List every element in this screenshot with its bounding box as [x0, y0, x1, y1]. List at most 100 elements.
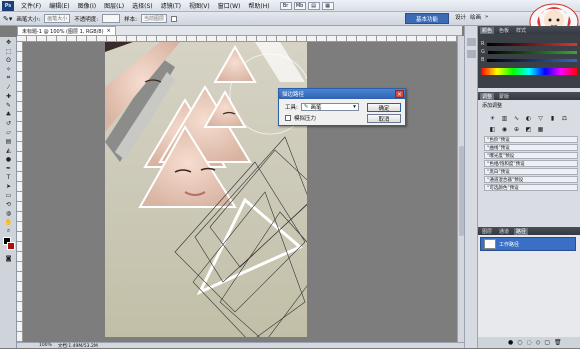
curves-icon[interactable]: ∿ [512, 114, 521, 122]
tool-preset-icon[interactable]: ✎▾ [3, 15, 12, 23]
clone-stamp-tool-icon[interactable]: ♣ [2, 110, 15, 118]
brush-tool-icon[interactable]: ✎ [2, 101, 15, 109]
tool-select[interactable]: ✎ 画笔 ▾ [300, 103, 359, 111]
preset-exposure[interactable]: “曝光度”预设 [484, 152, 578, 159]
dialog-titlebar[interactable]: 描边路径 × [279, 89, 405, 99]
opacity-field[interactable] [102, 14, 121, 23]
close-tab-icon[interactable]: × [107, 28, 111, 34]
document-workspace[interactable] [23, 42, 457, 342]
cancel-button[interactable]: 取消 [367, 114, 401, 123]
zoom-tool-icon[interactable]: ⌕ [2, 227, 15, 235]
menu-window[interactable]: 窗口(W) [214, 1, 245, 10]
preset-black-white[interactable]: “黑白”预设 [484, 168, 578, 175]
marquee-tool-icon[interactable]: ⬚ [2, 47, 15, 55]
color-ramp[interactable] [481, 68, 577, 75]
arrange-button[interactable]: ▦ [321, 1, 334, 10]
bridge-button[interactable]: Br [279, 1, 292, 10]
color-balance-icon[interactable]: ⚖ [560, 114, 569, 122]
black-white-icon[interactable]: ◧ [488, 125, 497, 133]
tab-channels[interactable]: 通道 [497, 228, 511, 235]
load-selection-icon[interactable]: ◌ [527, 339, 532, 346]
ok-button[interactable]: 确定 [367, 103, 401, 112]
hand-tool-icon[interactable]: ✋ [2, 218, 15, 226]
healing-brush-tool-icon[interactable]: ✚ [2, 92, 15, 100]
preset-curves[interactable]: “曲线”预设 [484, 144, 578, 151]
panel-icon-2[interactable] [467, 50, 476, 58]
zoom-level-button[interactable]: ▤ [307, 1, 320, 10]
preset-selective-color[interactable]: “可选颜色”预设 [484, 184, 578, 191]
menu-edit[interactable]: 编辑(E) [45, 1, 73, 10]
mini-bridge-button[interactable]: Mb [293, 1, 306, 10]
menu-image[interactable]: 图像(I) [74, 1, 100, 10]
move-tool-icon[interactable]: ✥ [2, 38, 15, 46]
design-workspace[interactable]: 设计 [455, 13, 466, 21]
delete-path-icon[interactable]: 🗑 [554, 339, 562, 346]
red-slider[interactable]: R [478, 40, 580, 48]
posterize-icon[interactable]: ▦ [536, 125, 545, 133]
dodge-tool-icon[interactable]: ● [2, 155, 15, 163]
preset-levels[interactable]: “色阶”预设 [484, 136, 578, 143]
tab-color[interactable]: 颜色 [480, 26, 495, 34]
pressure-row: 模拟压力 [285, 114, 316, 122]
menu-filter[interactable]: 滤镜(T) [157, 1, 185, 10]
sample-select[interactable]: 当前图层 [140, 14, 167, 23]
tab-adjustments[interactable]: 调整 [480, 92, 495, 100]
vibrance-icon[interactable]: ▽ [536, 114, 545, 122]
blue-slider[interactable]: B [478, 56, 580, 64]
invert-icon[interactable]: ◩ [524, 125, 533, 133]
green-slider[interactable]: G [478, 48, 580, 56]
color-swatches[interactable] [0, 237, 16, 253]
close-icon[interactable]: × [395, 90, 404, 98]
quick-select-tool-icon[interactable]: ✧ [2, 65, 15, 73]
levels-icon[interactable]: ▥ [500, 114, 509, 122]
pen-tool-icon[interactable]: ✒ [2, 164, 15, 172]
new-path-icon[interactable]: ▢ [544, 339, 550, 346]
lasso-tool-icon[interactable]: ʘ [2, 56, 15, 64]
panel-icon-1[interactable] [467, 38, 476, 46]
vertical-scrollbar[interactable] [457, 36, 464, 342]
work-path-item[interactable]: 工作路径 [480, 237, 576, 251]
3d-orbit-tool-icon[interactable]: ◍ [2, 209, 15, 217]
eraser-tool-icon[interactable]: ▱ [2, 128, 15, 136]
crop-tool-icon[interactable]: ⌗ [2, 74, 15, 82]
stroke-path-icon[interactable]: ○ [517, 339, 522, 346]
menu-file[interactable]: 文件(F) [17, 1, 45, 10]
menu-help[interactable]: 帮助(H) [244, 1, 273, 10]
painting-workspace[interactable]: 绘画 [470, 13, 481, 21]
tab-masks[interactable]: 蒙版 [497, 93, 511, 100]
menu-view[interactable]: 视图(V) [185, 1, 214, 10]
checkbox-option[interactable] [170, 15, 177, 22]
eyedropper-tool-icon[interactable]: ⁄ [2, 83, 15, 91]
tab-paths[interactable]: 路径 [514, 227, 529, 235]
history-brush-tool-icon[interactable]: ↺ [2, 119, 15, 127]
tab-layers[interactable]: 图层 [480, 228, 494, 235]
menu-layer[interactable]: 图层(L) [100, 1, 128, 10]
simulate-pressure-checkbox[interactable] [285, 115, 291, 121]
menu-select[interactable]: 选择(S) [128, 1, 157, 10]
tab-styles[interactable]: 样式 [514, 27, 528, 34]
3d-rotate-tool-icon[interactable]: ⟲ [2, 200, 15, 208]
path-select-tool-icon[interactable]: ➤ [2, 182, 15, 190]
mode-select[interactable]: 画笔大小 [44, 14, 71, 23]
document-canvas[interactable] [105, 42, 307, 337]
background-color-swatch[interactable] [7, 242, 15, 250]
hue-saturation-icon[interactable]: ▮ [548, 114, 557, 122]
brightness-icon[interactable]: ☀ [488, 114, 497, 122]
zoom-level[interactable]: 100% [39, 343, 52, 348]
shape-tool-icon[interactable]: ▭ [2, 191, 15, 199]
fill-path-icon[interactable]: ● [508, 339, 513, 346]
exposure-icon[interactable]: ◐ [524, 114, 533, 122]
essentials-workspace-button[interactable]: 基本功能 [405, 13, 449, 24]
preset-channel-mixer[interactable]: “通道混合器”预设 [484, 176, 578, 183]
tab-swatches[interactable]: 色板 [497, 27, 511, 34]
more-workspaces-icon[interactable]: » [485, 14, 488, 20]
channel-mixer-icon[interactable]: ⊕ [512, 125, 521, 133]
gradient-tool-icon[interactable]: ▤ [2, 137, 15, 145]
photo-filter-icon[interactable]: ◉ [500, 125, 509, 133]
type-tool-icon[interactable]: T [2, 173, 15, 181]
quick-mask-icon[interactable]: ◙ [2, 254, 15, 262]
document-tab[interactable]: 未标题-1 @ 100% (图层 1, RGB/8) × [17, 26, 116, 35]
blur-tool-icon[interactable]: ◭ [2, 146, 15, 154]
preset-hue-saturation[interactable]: “色相/饱和度”预设 [484, 160, 578, 167]
make-work-path-icon[interactable]: ◇ [536, 339, 541, 346]
